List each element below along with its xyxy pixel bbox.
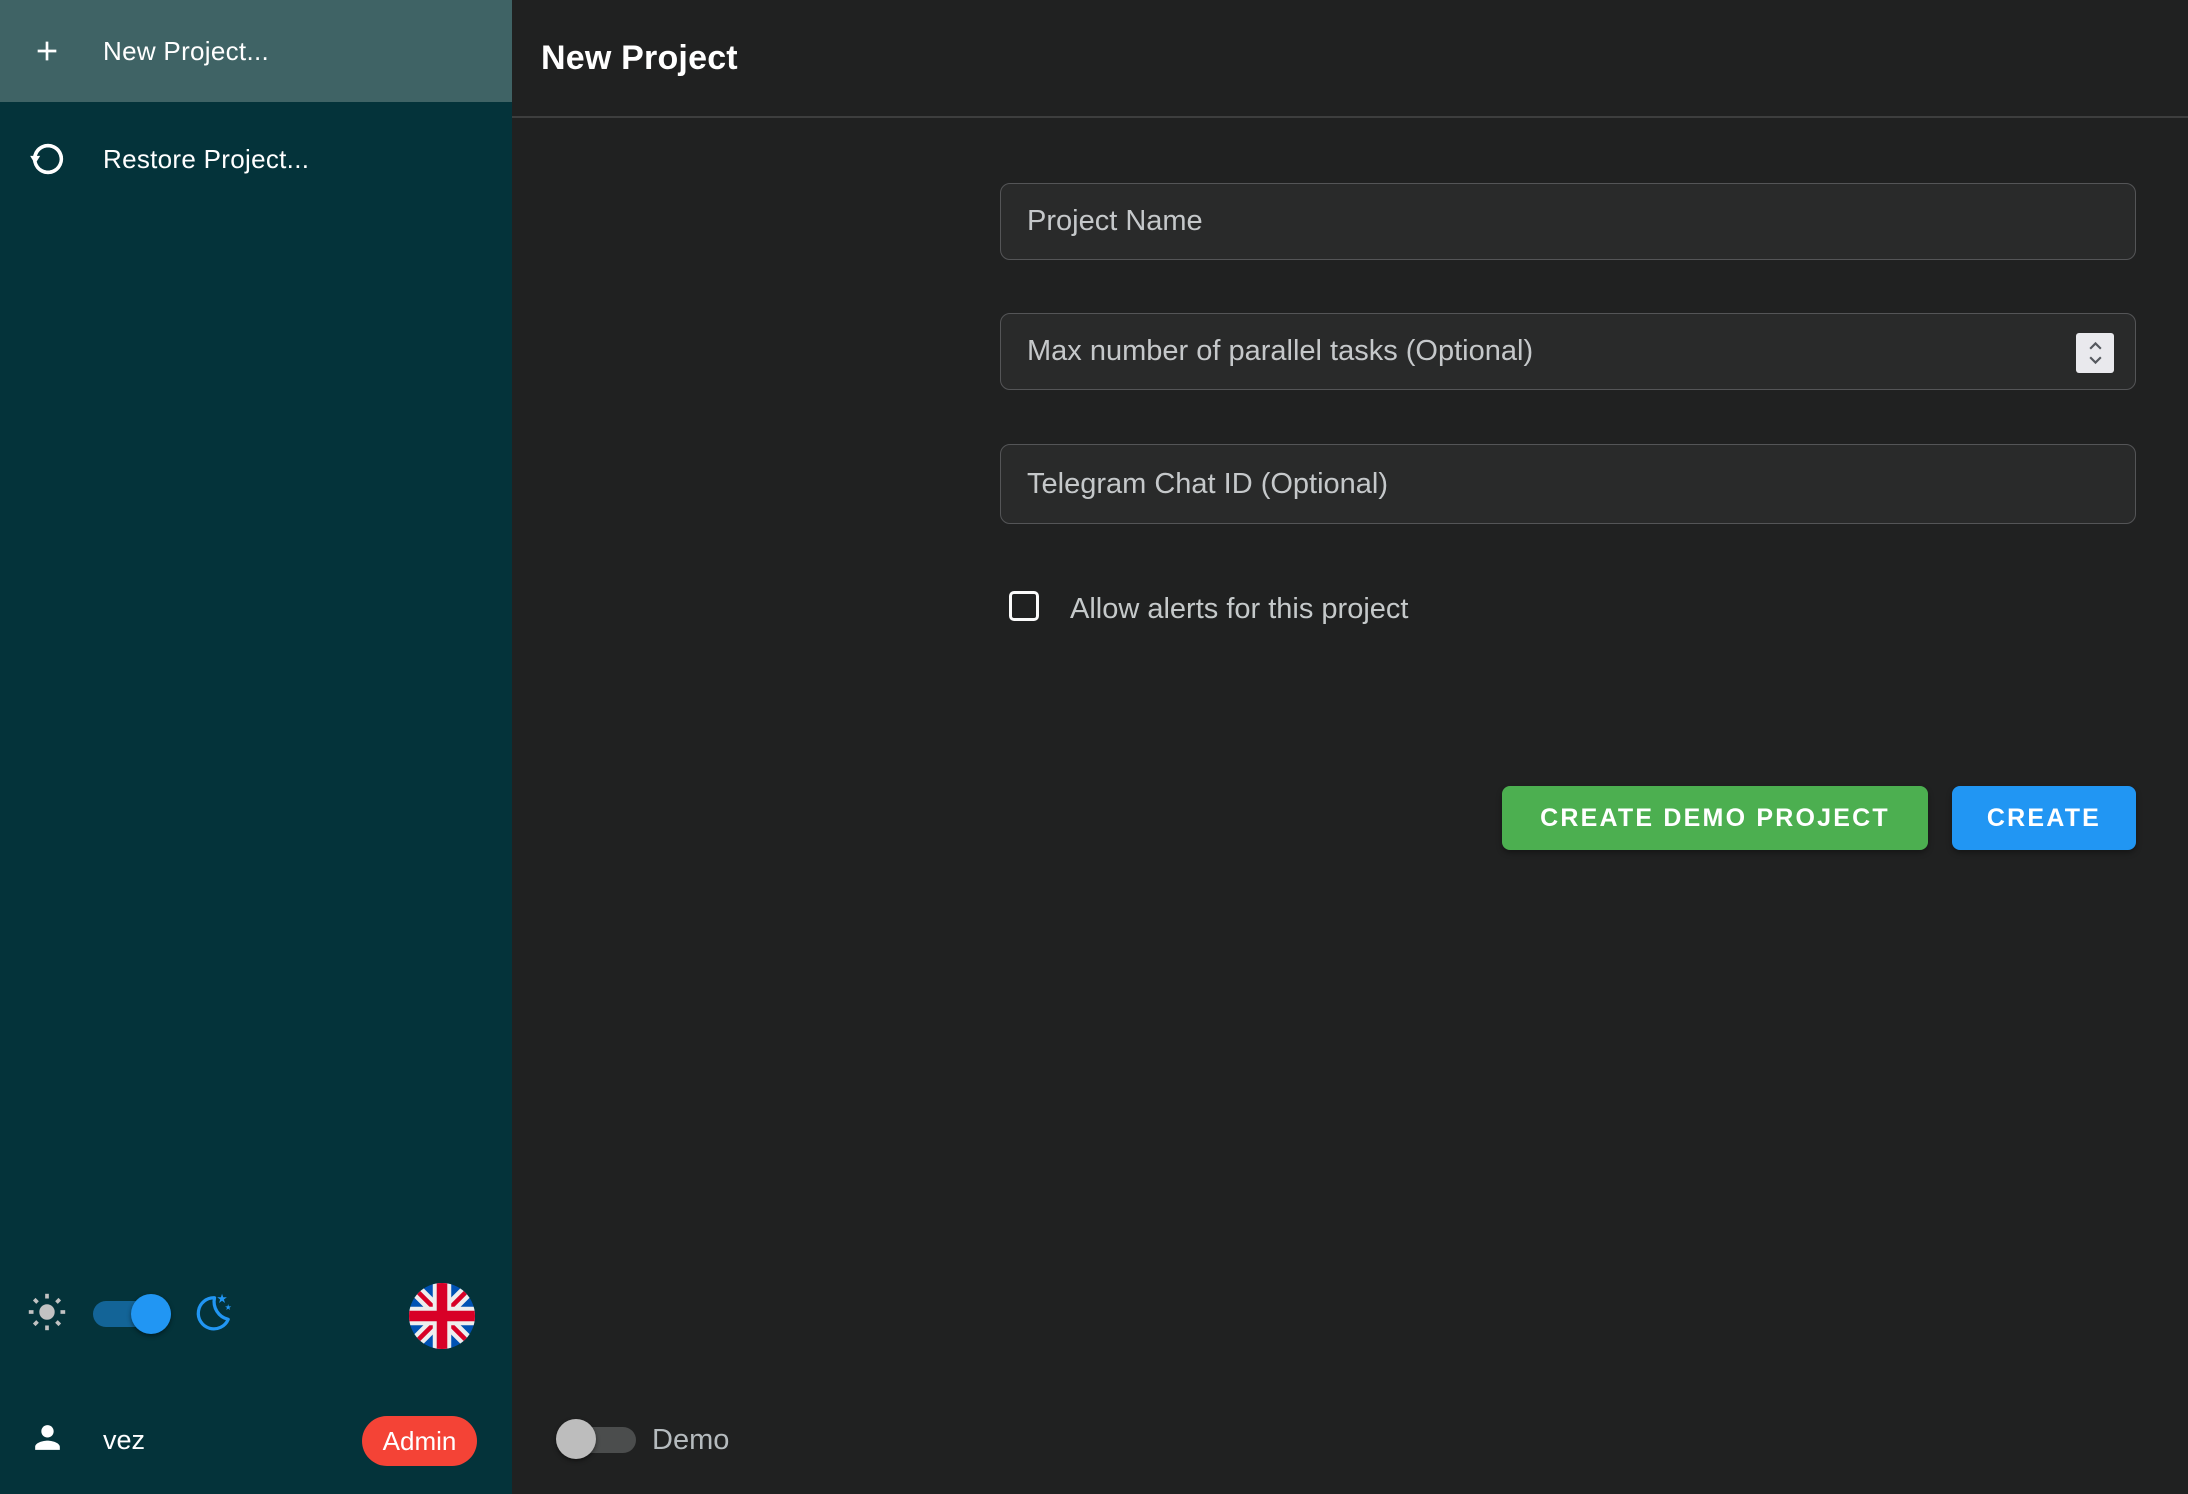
sun-icon bbox=[26, 1291, 68, 1333]
demo-toggle-row: Demo bbox=[512, 1405, 1112, 1475]
demo-toggle-label: Demo bbox=[652, 1405, 729, 1475]
demo-toggle-thumb bbox=[556, 1419, 596, 1459]
sidebar: New Project... Restore Project... bbox=[0, 0, 512, 1494]
allow-alerts-checkbox[interactable] bbox=[1009, 591, 1039, 621]
number-stepper[interactable] bbox=[2076, 333, 2114, 373]
theme-toggle-thumb bbox=[131, 1294, 171, 1334]
main-content: New Project Allow alerts for this projec… bbox=[512, 0, 2188, 1494]
person-icon bbox=[29, 1419, 66, 1456]
sidebar-item-new-project[interactable]: New Project... bbox=[0, 0, 512, 102]
max-parallel-tasks-input[interactable] bbox=[1000, 313, 2136, 390]
telegram-chat-id-input[interactable] bbox=[1000, 444, 2136, 524]
allow-alerts-label: Allow alerts for this project bbox=[1070, 588, 1408, 630]
sidebar-item-label: Restore Project... bbox=[103, 144, 309, 175]
page-header: New Project bbox=[512, 0, 2188, 118]
theme-row bbox=[0, 1283, 512, 1353]
sidebar-item-restore-project[interactable]: Restore Project... bbox=[0, 102, 512, 216]
restore-icon bbox=[28, 139, 68, 179]
page-title: New Project bbox=[541, 0, 738, 116]
allow-alerts-row: Allow alerts for this project bbox=[1000, 588, 1800, 630]
create-demo-project-button[interactable]: CREATE DEMO PROJECT bbox=[1502, 786, 1928, 850]
create-button[interactable]: CREATE bbox=[1952, 786, 2136, 850]
user-row: vez Admin bbox=[0, 1405, 512, 1475]
plus-icon bbox=[31, 35, 63, 67]
project-name-input[interactable] bbox=[1000, 183, 2136, 260]
moon-icon bbox=[193, 1292, 234, 1333]
admin-badge: Admin bbox=[362, 1416, 477, 1466]
uk-flag-icon[interactable] bbox=[409, 1283, 475, 1349]
app-window: New Project... Restore Project... bbox=[0, 0, 2188, 1494]
sidebar-item-label: New Project... bbox=[103, 36, 269, 67]
username: vez bbox=[103, 1405, 145, 1475]
